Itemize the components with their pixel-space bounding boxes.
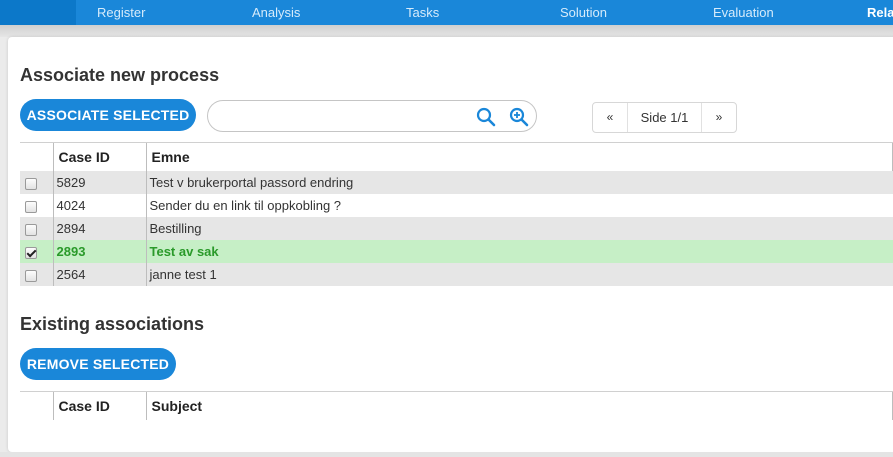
existing-header-row: Case ID Subject [20,392,893,420]
subject-cell: Bestilling [145,217,893,240]
search-box [207,100,537,132]
tab-register[interactable]: Register [97,0,145,25]
case-id-cell: 2564 [52,263,146,286]
subject-cell: janne test 1 [145,263,893,286]
column-header-subject[interactable]: Emne [145,143,893,171]
row-checkbox-checked[interactable] [25,246,37,259]
tab-relations[interactable]: Rela [867,0,893,25]
row-checkbox[interactable] [25,269,37,282]
nav-shadow [0,25,893,37]
pager-prev-button[interactable]: « [593,103,627,132]
table-header-row: Case ID Emne [20,143,893,171]
search-icon[interactable] [476,107,496,127]
table-row[interactable]: 4024 Sender du en link til oppkobling ? [20,194,893,217]
table-row[interactable]: 5829 Test v brukerportal passord endring [20,171,893,194]
remove-selected-button[interactable]: REMOVE SELECTED [20,348,176,380]
tab-solution[interactable]: Solution [560,0,607,25]
pager-info: Side 1/1 [627,103,702,132]
associate-title: Associate new process [20,65,220,85]
tab-tasks[interactable]: Tasks [406,0,439,25]
case-id-cell: 4024 [52,194,146,217]
top-navigation: Register Analysis Tasks Solution Evaluat… [0,0,893,25]
existing-table: Case ID Subject [20,392,893,420]
header-select [20,392,53,420]
column-header-subject[interactable]: Subject [145,392,893,420]
row-checkbox[interactable] [25,177,37,190]
existing-title: Existing associations [20,314,205,334]
bottom-strip [0,452,893,457]
table-row-selected[interactable]: 2893 Test av sak [20,240,893,263]
row-checkbox[interactable] [25,200,37,213]
column-header-case-id[interactable]: Case ID [52,143,146,171]
subject-cell: Test av sak [145,240,893,263]
subject-cell: Sender du en link til oppkobling ? [145,194,893,217]
pagination: « Side 1/1 » [592,102,737,133]
column-header-case-id[interactable]: Case ID [52,392,146,420]
case-id-cell: 2894 [52,217,146,240]
tab-analysis[interactable]: Analysis [252,0,300,25]
associate-selected-button[interactable]: ASSOCIATE SELECTED [20,99,196,131]
associate-table: Case ID Emne 5829 Test v brukerportal pa… [20,143,893,286]
zoom-in-icon[interactable] [509,107,529,127]
table-row[interactable]: 2894 Bestilling [20,217,893,240]
nav-leading-block [0,0,76,25]
tab-evaluation[interactable]: Evaluation [713,0,774,25]
header-select [20,143,53,171]
search-input[interactable] [220,107,470,127]
case-id-cell: 2893 [52,240,146,263]
table-row[interactable]: 2564 janne test 1 [20,263,893,286]
subject-cell: Test v brukerportal passord endring [145,171,893,194]
row-checkbox[interactable] [25,223,37,236]
pager-next-button[interactable]: » [702,103,736,132]
case-id-cell: 5829 [52,171,146,194]
